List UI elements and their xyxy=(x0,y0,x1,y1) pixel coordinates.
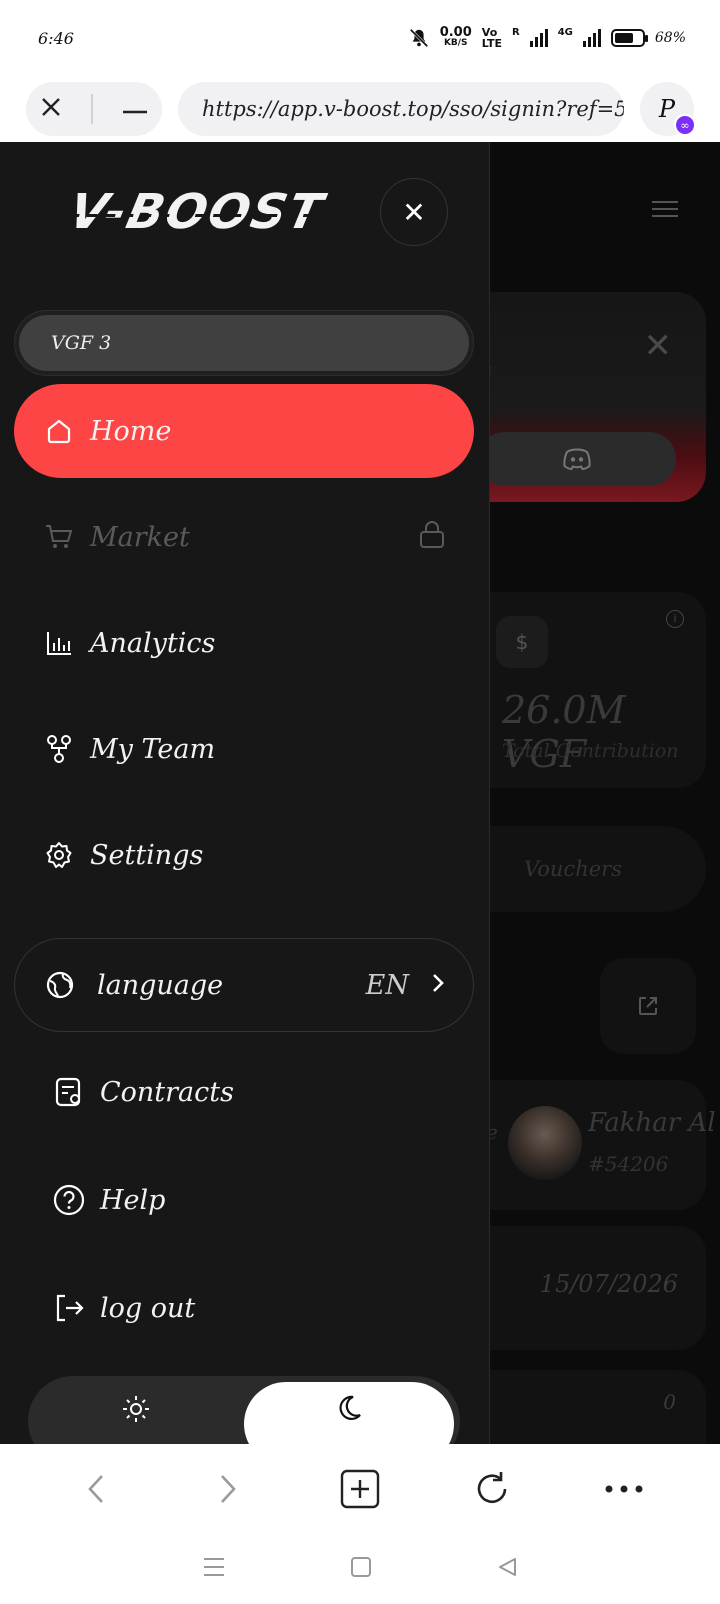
nav-label: Analytics xyxy=(90,627,216,659)
menu-item-contracts[interactable]: Contracts xyxy=(52,1062,234,1122)
side-drawer: V-BOOST ✕ VGF 3 Home Market Analytics My… xyxy=(0,142,490,1444)
battery-icon xyxy=(610,29,648,47)
light-theme-option[interactable] xyxy=(28,1376,244,1444)
back-button[interactable] xyxy=(66,1459,126,1519)
language-selector[interactable]: language EN xyxy=(14,938,474,1032)
browser-bottom-toolbar xyxy=(0,1444,720,1534)
profile-button[interactable]: P ∞ xyxy=(640,82,696,136)
more-menu-button[interactable] xyxy=(594,1459,654,1519)
wallet-selector[interactable]: VGF 3 xyxy=(14,310,474,376)
plus-square-icon xyxy=(340,1469,380,1509)
signal-icon xyxy=(529,29,548,47)
chevron-right-icon xyxy=(221,1475,236,1503)
tab-controls xyxy=(26,82,162,136)
lock-icon xyxy=(418,519,446,556)
dark-theme-option[interactable] xyxy=(244,1382,454,1444)
network-type: 4G xyxy=(557,27,573,38)
nav-item-home[interactable]: Home xyxy=(14,384,474,478)
link-badge-icon: ∞ xyxy=(674,114,696,136)
gear-icon xyxy=(44,840,74,870)
more-dots-icon xyxy=(605,1485,643,1493)
menu-label: Help xyxy=(100,1184,166,1216)
contribution-value: 26.0M VGF xyxy=(502,688,626,776)
user-name: Fakhar Al xyxy=(588,1108,716,1138)
discord-icon xyxy=(563,448,591,470)
chevron-left-icon xyxy=(88,1475,103,1503)
moon-icon xyxy=(339,1395,361,1420)
info-icon[interactable]: i xyxy=(666,610,684,628)
nav-label: Settings xyxy=(90,839,204,871)
nav-label: My Team xyxy=(90,733,216,765)
new-tab-button[interactable] xyxy=(330,1459,390,1519)
avatar xyxy=(508,1106,582,1180)
external-link-button[interactable] xyxy=(600,958,696,1054)
theme-toggle[interactable] xyxy=(28,1376,460,1444)
refresh-icon xyxy=(477,1472,507,1504)
external-link-icon xyxy=(639,997,657,1015)
system-nav-bar xyxy=(0,1534,720,1604)
bar-chart-icon xyxy=(44,628,74,658)
cart-icon xyxy=(44,522,74,552)
url-text: https://app.v-boost.top/sso/signin?ref=5… xyxy=(202,97,624,121)
minimize-icon[interactable] xyxy=(122,100,148,119)
close-icon: ✕ xyxy=(402,195,426,229)
money-bag-icon: $ xyxy=(496,616,548,668)
help-icon xyxy=(52,1183,86,1217)
nav-item-market[interactable]: Market xyxy=(14,490,474,584)
user-id: #54206 xyxy=(588,1152,669,1176)
profile-letter: P xyxy=(658,95,676,123)
browser-toolbar: https://app.v-boost.top/sso/signin?ref=5… xyxy=(0,76,720,142)
menu-item-help[interactable]: Help xyxy=(52,1170,165,1230)
nav-label: Home xyxy=(90,415,172,447)
nav-item-analytics[interactable]: Analytics xyxy=(14,596,474,690)
logout-icon xyxy=(52,1291,86,1325)
battery-percent: 68% xyxy=(654,30,686,46)
zero-value: 0 xyxy=(663,1390,676,1414)
signal-icon-2 xyxy=(582,29,601,47)
home-icon xyxy=(44,416,74,446)
back-triangle-icon[interactable] xyxy=(496,1556,518,1582)
status-bar: 6:46 0.00 KB/S Vo LTE R 4G 68% xyxy=(0,0,720,76)
wallet-label: VGF 3 xyxy=(19,315,469,371)
contract-icon xyxy=(52,1075,86,1109)
mute-bell-icon xyxy=(409,28,428,48)
date-value: 15/07/2026 xyxy=(539,1270,678,1298)
reload-button[interactable] xyxy=(462,1459,522,1519)
contribution-label: Total Contribution xyxy=(502,740,679,762)
nav-item-my-team[interactable]: My Team xyxy=(14,702,474,796)
menu-label: log out xyxy=(100,1292,196,1324)
nav-label: Market xyxy=(90,521,190,553)
chevron-right-icon xyxy=(431,970,445,1001)
menu-label: Contracts xyxy=(100,1076,234,1108)
language-code: EN xyxy=(365,969,409,1001)
menu-item-logout[interactable]: log out xyxy=(52,1278,195,1338)
status-icons: 0.00 KB/S Vo LTE R 4G 68% xyxy=(408,25,686,50)
roaming-indicator: R xyxy=(512,27,520,38)
discord-button[interactable] xyxy=(478,432,676,486)
brand-logo: V-BOOST xyxy=(64,184,330,240)
home-square-icon[interactable] xyxy=(350,1556,372,1582)
globe-icon xyxy=(45,970,75,1000)
hamburger-menu-icon[interactable] xyxy=(652,196,678,222)
sun-icon xyxy=(123,1396,149,1422)
divider xyxy=(90,94,93,124)
team-tree-icon xyxy=(44,734,74,764)
address-bar[interactable]: https://app.v-boost.top/sso/signin?ref=5… xyxy=(178,82,624,136)
web-viewport: ✕ s $ i 26.0M VGF Total Contribution Vou… xyxy=(0,142,720,1444)
recent-apps-icon[interactable] xyxy=(202,1556,226,1582)
nav-item-settings[interactable]: Settings xyxy=(14,808,474,902)
close-tab-icon[interactable] xyxy=(40,96,62,122)
language-label: language xyxy=(97,969,224,1001)
net-speed: 0.00 KB/S xyxy=(439,25,472,48)
forward-button[interactable] xyxy=(198,1459,258,1519)
drawer-close-button[interactable]: ✕ xyxy=(380,178,448,246)
status-time: 6:46 xyxy=(38,28,74,48)
volte-indicator: Vo LTE xyxy=(481,26,502,50)
banner-close-icon[interactable]: ✕ xyxy=(644,326,673,366)
